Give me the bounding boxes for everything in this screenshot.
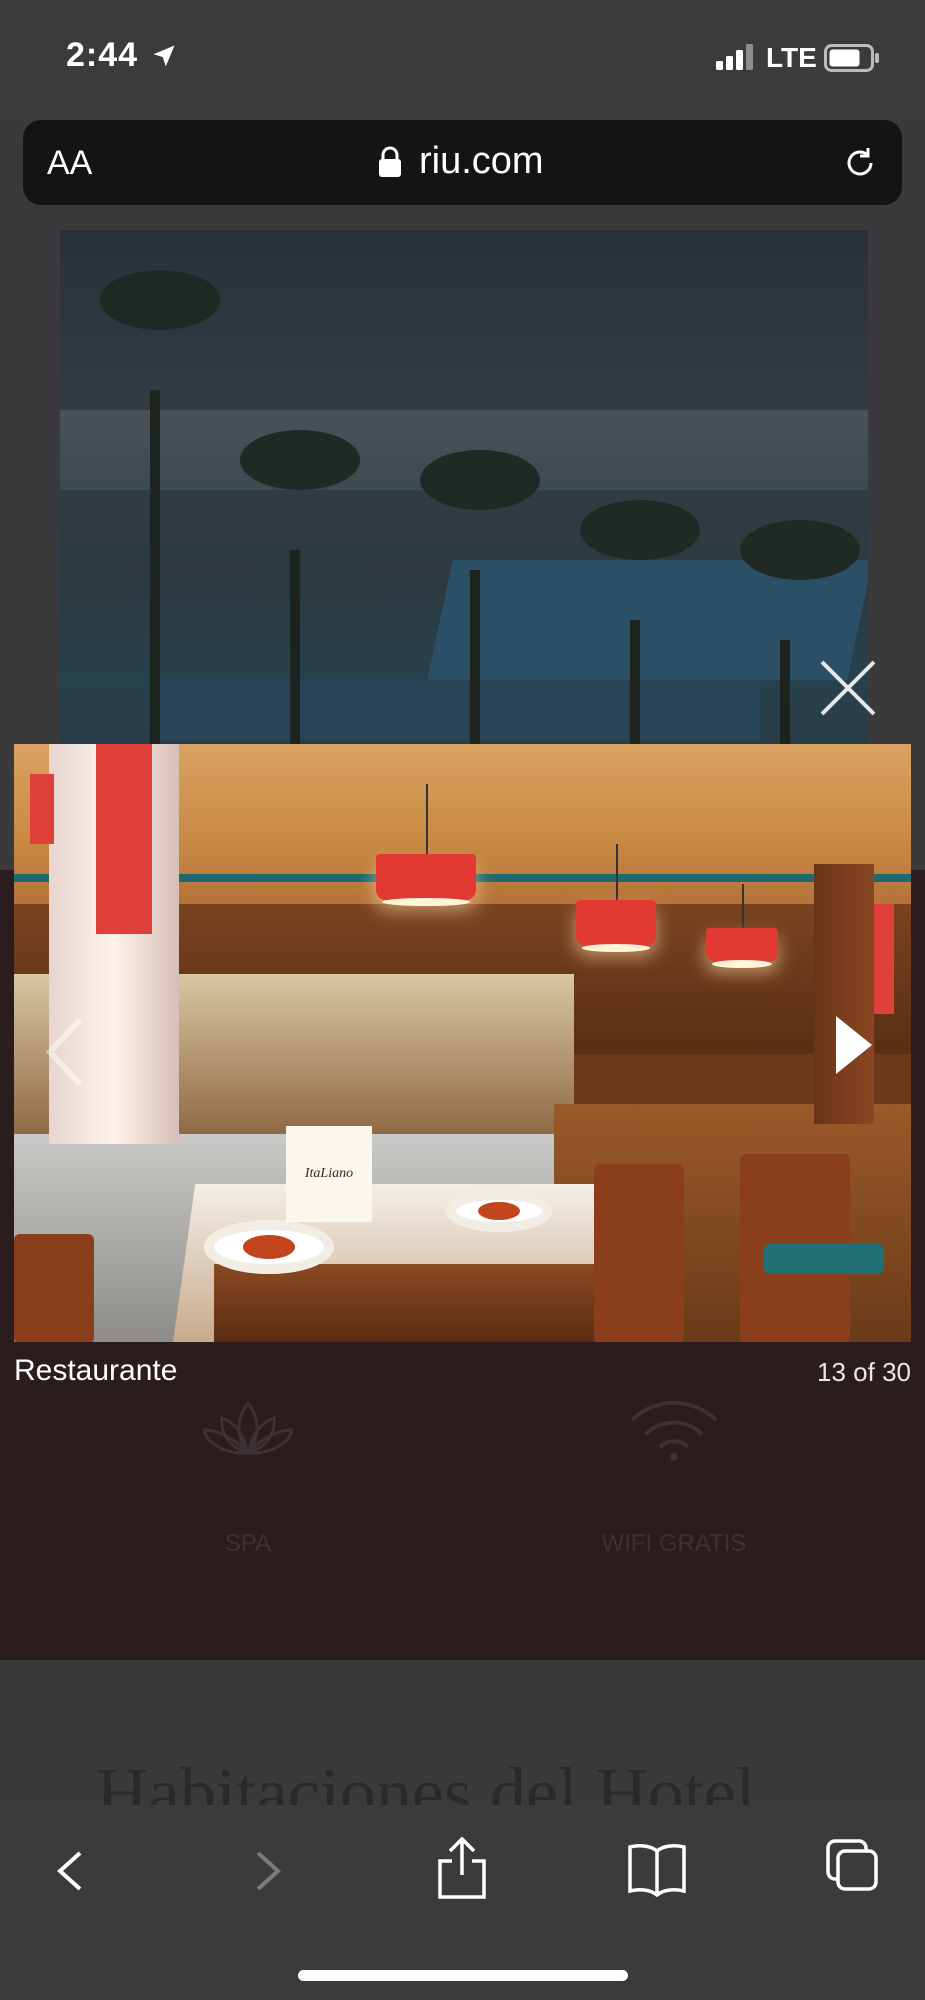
lightbox-photo[interactable]: ItaLiano — [14, 744, 911, 1342]
location-arrow-icon — [153, 45, 175, 67]
text-size-label: AA — [47, 144, 93, 182]
share-icon[interactable] — [436, 1835, 488, 1901]
status-bar: 2:44 LTE — [0, 0, 925, 118]
lightbox-counter: 13 of 30 — [817, 1357, 911, 1387]
close-icon[interactable] — [816, 656, 880, 720]
forward-icon[interactable] — [248, 1841, 288, 1901]
amenity-label-spa: SPA — [224, 1530, 272, 1557]
battery-icon — [824, 44, 879, 72]
bookmarks-icon[interactable] — [626, 1841, 688, 1897]
chevron-left-icon[interactable] — [40, 1012, 90, 1092]
network-type: LTE — [766, 42, 817, 73]
lightbox-caption: Restaurante — [14, 1354, 178, 1387]
reload-icon[interactable] — [841, 144, 879, 182]
amenity-label-wifi: WIFI GRATIS — [601, 1530, 747, 1557]
lock-icon — [379, 146, 401, 177]
wifi-icon — [630, 1400, 718, 1461]
menu-card: ItaLiano — [286, 1126, 372, 1222]
chevron-right-icon[interactable] — [830, 1010, 878, 1080]
text-size-button[interactable]: AA — [47, 144, 92, 183]
lotus-icon — [202, 1400, 294, 1456]
status-time: 2:44 — [66, 36, 139, 74]
url-text[interactable]: riu.com — [419, 140, 544, 183]
tabs-icon[interactable] — [824, 1837, 880, 1893]
address-bar[interactable]: AA riu.com — [23, 120, 902, 205]
back-icon[interactable] — [50, 1841, 90, 1901]
signal-bars-icon — [716, 44, 753, 70]
home-indicator[interactable] — [298, 1970, 628, 1981]
